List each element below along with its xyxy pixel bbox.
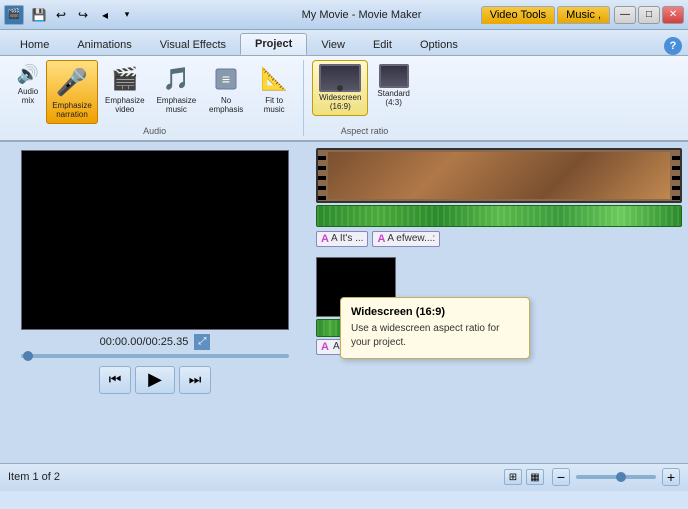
no-emphasis-label: Noemphasis: [209, 97, 243, 115]
widescreen-button[interactable]: Widescreen(16:9): [312, 60, 368, 116]
timeline-item-1: A A It's ... A A efwew...:: [316, 148, 682, 247]
timeline-text-label-1: A It's ...: [331, 233, 363, 244]
minimize-button[interactable]: —: [614, 6, 636, 24]
save-button[interactable]: 💾: [29, 5, 49, 25]
status-bar: Item 1 of 2 ⊞ ▦ − +: [0, 463, 688, 491]
standard-preview-icon: [379, 64, 409, 88]
redo-button[interactable]: ↪: [73, 5, 93, 25]
zoom-out-button[interactable]: −: [552, 468, 570, 486]
video-tools-tab[interactable]: Video Tools: [481, 6, 555, 24]
ribbon-group-aspect-ratio: Widescreen(16:9) Standard(4:3) Aspect ra…: [306, 60, 423, 136]
filmstrip-1[interactable]: [316, 148, 682, 203]
preview-timestamp: 00:00.00/00:25.35: [100, 336, 189, 348]
qat-menu-button[interactable]: ▾: [117, 5, 137, 25]
ribbon-tab-bar: Home Animations Visual Effects Project V…: [0, 30, 688, 56]
music-icon: 🎵: [158, 63, 194, 95]
tab-home[interactable]: Home: [6, 35, 63, 55]
status-icons: ⊞ ▦: [504, 469, 544, 485]
main-content: 00:00.00/00:25.35 ⤢ ⏮ ▶ ⏭ A A It's ...: [0, 142, 688, 463]
prev-frame-button[interactable]: ⏮: [99, 366, 131, 394]
no-emphasis-icon: ≡: [208, 63, 244, 95]
status-text: Item 1 of 2: [8, 471, 496, 483]
music-tab[interactable]: Music ,: [557, 6, 610, 24]
close-button[interactable]: ✕: [662, 6, 684, 24]
svg-text:≡: ≡: [222, 71, 230, 87]
emphasize-narration-button[interactable]: 🎤 Emphasizenarration: [46, 60, 98, 124]
preview-seek-thumb[interactable]: [23, 351, 33, 361]
zoom-controls: − +: [552, 468, 680, 486]
preview-screen: [21, 150, 289, 330]
ribbon-content: 🔊 Audiomix 🎤 Emphasizenarration 🎬 Emphas…: [0, 56, 688, 142]
audio-group-label: Audio: [143, 124, 166, 136]
standard-button[interactable]: Standard(4:3): [370, 60, 416, 112]
title-bar: 🎬 💾 ↩ ↪ ◂ ▾ My Movie - Movie Maker Video…: [0, 0, 688, 30]
tab-edit[interactable]: Edit: [359, 35, 406, 55]
zoom-slider[interactable]: [576, 475, 656, 479]
app-icon: 🎬: [4, 5, 24, 25]
audio-mix-label: Audiomix: [18, 88, 38, 106]
window-controls: — □ ✕: [614, 6, 684, 24]
preview-slider-row: [21, 354, 289, 358]
preview-controls: ⏮ ▶ ⏭: [99, 366, 211, 394]
play-button[interactable]: ▶: [135, 366, 175, 394]
aspect-ratio-group-label: Aspect ratio: [341, 124, 389, 136]
narration-icon: 🎤: [52, 64, 92, 100]
tab-project[interactable]: Project: [240, 33, 307, 55]
preview-expand-button[interactable]: ⤢: [194, 334, 210, 350]
tab-visual-effects[interactable]: Visual Effects: [146, 35, 240, 55]
emphasize-video-label: Emphasizevideo: [105, 97, 145, 115]
widescreen-label: Widescreen(16:9): [319, 94, 361, 112]
preview-time-row: 00:00.00/00:25.35 ⤢: [100, 334, 211, 350]
undo-button[interactable]: ↩: [51, 5, 71, 25]
audio-mix-button[interactable]: 🔊 Audiomix: [12, 60, 44, 108]
fit-to-music-button[interactable]: 📐 Fit tomusic: [251, 60, 297, 118]
context-tabs: Video Tools Music ,: [481, 6, 610, 24]
audio-tools: 🔊 Audiomix 🎤 Emphasizenarration 🎬 Emphas…: [12, 60, 297, 124]
aspect-ratio-tools: Widescreen(16:9) Standard(4:3): [312, 60, 417, 116]
audio-mix-icon: 🔊: [16, 62, 40, 86]
no-emphasis-button[interactable]: ≡ Noemphasis: [203, 60, 249, 118]
quick-access-toolbar: 💾 ↩ ↪ ◂ ▾: [29, 5, 137, 25]
storyboard-icon[interactable]: ▦: [526, 469, 544, 485]
next-frame-button[interactable]: ⏭: [179, 366, 211, 394]
label-a-icon-3: A: [321, 341, 329, 353]
timeline-text-label-2: A efwew...:: [387, 233, 435, 244]
tab-options[interactable]: Options: [406, 35, 472, 55]
emphasize-music-label: Emphasizemusic: [157, 97, 197, 115]
back-button[interactable]: ◂: [95, 5, 115, 25]
split-view-icon[interactable]: ⊞: [504, 469, 522, 485]
title-bar-left: 🎬 💾 ↩ ↪ ◂ ▾: [4, 5, 242, 25]
emphasize-video-button[interactable]: 🎬 Emphasizevideo: [100, 60, 150, 118]
tooltip-body: Use a widescreen aspect ratio for your p…: [351, 322, 519, 350]
window-title: My Movie - Movie Maker: [242, 9, 480, 21]
label-a-icon-2: A: [377, 233, 385, 245]
emphasize-music-button[interactable]: 🎵 Emphasizemusic: [152, 60, 202, 118]
label-a-icon-1: A: [321, 233, 329, 245]
tooltip-widescreen: Widescreen (16:9) Use a widescreen aspec…: [340, 297, 530, 359]
tooltip-title: Widescreen (16:9): [351, 306, 519, 318]
maximize-button[interactable]: □: [638, 6, 660, 24]
tab-view[interactable]: View: [307, 35, 359, 55]
tab-animations[interactable]: Animations: [63, 35, 145, 55]
emphasize-narration-label: Emphasizenarration: [52, 102, 92, 120]
ribbon-group-audio: 🔊 Audiomix 🎤 Emphasizenarration 🎬 Emphas…: [6, 60, 304, 136]
timeline-label-2[interactable]: A A efwew...:: [372, 231, 440, 247]
preview-panel: 00:00.00/00:25.35 ⤢ ⏮ ▶ ⏭: [0, 142, 310, 463]
video-icon: 🎬: [107, 63, 143, 95]
timeline-label-1[interactable]: A A It's ...: [316, 231, 368, 247]
waveform-1: [316, 205, 682, 227]
zoom-in-button[interactable]: +: [662, 468, 680, 486]
fit-to-music-icon: 📐: [256, 63, 292, 95]
preview-seek-track[interactable]: [21, 354, 289, 358]
fit-to-music-label: Fit tomusic: [264, 97, 285, 115]
timeline-labels-row: A A It's ... A A efwew...:: [316, 229, 682, 247]
filmstrip-inner-1: [328, 152, 670, 199]
help-button[interactable]: ?: [664, 37, 682, 55]
zoom-slider-thumb[interactable]: [616, 472, 626, 482]
standard-label: Standard(4:3): [377, 90, 409, 108]
